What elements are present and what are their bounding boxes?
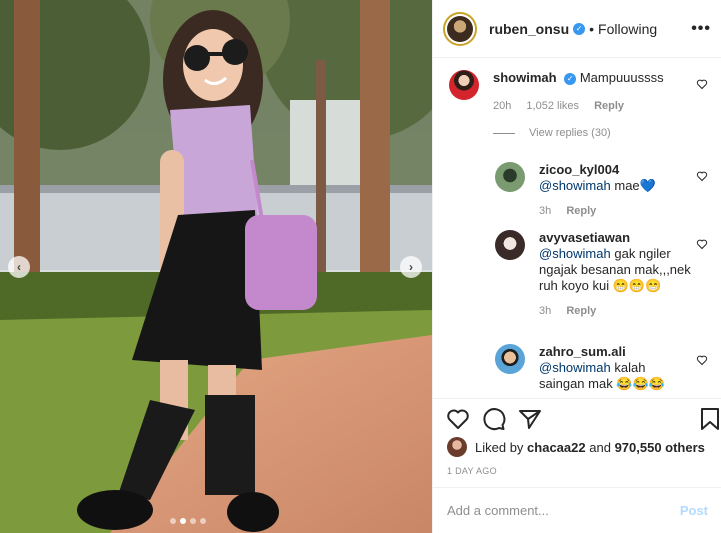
comment-username[interactable]: zicoo_kyl004	[539, 162, 656, 178]
comment-username[interactable]: zahro_sum.ali	[539, 344, 689, 360]
post-comment-button[interactable]: Post	[680, 503, 708, 518]
likes-count-button[interactable]: 970,550 others	[615, 440, 705, 455]
comment-time[interactable]: 3h	[539, 205, 551, 217]
commenter-avatar[interactable]	[495, 162, 525, 192]
chevron-left-icon: ‹	[17, 260, 21, 274]
comment-mention[interactable]: @showimah	[539, 360, 611, 375]
carousel-dot-active	[180, 518, 186, 524]
post-side-panel: ruben_onsu ✓ • Following ••• showimah ✓ …	[432, 0, 721, 533]
reply-button[interactable]: Reply	[566, 205, 596, 217]
comments-list[interactable]: showimah ✓ Mampuuussss 20h 1,052 likes R…	[433, 58, 721, 398]
like-comment-heart-icon[interactable]	[696, 238, 708, 250]
verified-badge-icon: ✓	[564, 73, 577, 85]
header-separator: •	[589, 20, 595, 37]
likes-prefix: Liked by	[475, 439, 524, 455]
comment-reply-item: zicoo_kyl004 @showimah mae💙 3h Reply	[495, 162, 656, 219]
author-username[interactable]: ruben_onsu	[489, 21, 569, 37]
comment-item: showimah ✓ Mampuuussss 20h 1,052 likes R…	[449, 70, 664, 114]
comment-reply-item: avyvasetiawan @showimah gak ngiler ngaja…	[495, 230, 709, 319]
likes-and: and	[589, 439, 611, 455]
carousel-dot	[200, 518, 206, 524]
action-bar	[433, 398, 721, 438]
reply-button[interactable]: Reply	[594, 100, 624, 112]
previous-photo-button[interactable]: ‹	[8, 256, 30, 278]
more-options-icon[interactable]: •••	[691, 20, 711, 38]
save-bookmark-icon[interactable]	[698, 407, 721, 431]
commenter-avatar[interactable]	[449, 70, 479, 100]
comment-text: mae💙	[614, 178, 656, 193]
comment-mention[interactable]: @showimah	[539, 178, 611, 193]
like-comment-heart-icon[interactable]	[696, 170, 708, 182]
like-comment-heart-icon[interactable]	[696, 354, 708, 366]
view-replies-label: View replies (30)	[529, 127, 611, 139]
add-comment-input[interactable]	[447, 503, 680, 518]
commenter-avatar[interactable]	[495, 344, 525, 374]
likes-summary: Liked by chacaa22 and 970,550 others	[447, 437, 705, 457]
comment-bubble-icon[interactable]	[482, 407, 506, 431]
carousel-dot	[170, 518, 176, 524]
chevron-right-icon: ›	[409, 260, 413, 274]
post-header: ruben_onsu ✓ • Following •••	[433, 0, 721, 58]
post-image	[0, 0, 432, 533]
comment-mention[interactable]: @showimah	[539, 246, 611, 261]
comment-time[interactable]: 20h	[493, 100, 511, 112]
comment-username[interactable]: showimah	[493, 70, 557, 85]
liker-username[interactable]: chacaa22	[527, 440, 586, 455]
carousel-dots	[170, 518, 206, 524]
comment-likes[interactable]: 1,052 likes	[526, 100, 579, 112]
comment-username[interactable]: avyvasetiawan	[539, 230, 709, 246]
author-avatar[interactable]	[443, 11, 477, 46]
add-comment-bar: Post	[433, 487, 721, 533]
comment-text: Mampuuussss	[579, 70, 664, 85]
share-send-icon[interactable]	[518, 407, 542, 431]
like-comment-heart-icon[interactable]	[696, 78, 708, 90]
like-heart-icon[interactable]	[446, 407, 470, 431]
comment-time[interactable]: 3h	[539, 305, 551, 317]
liker-avatar[interactable]	[447, 437, 467, 457]
view-replies-button[interactable]: View replies (30)	[493, 127, 611, 139]
commenter-avatar[interactable]	[495, 230, 525, 260]
post-photo[interactable]: ‹ ›	[0, 0, 432, 533]
comment-reply-item: zahro_sum.ali @showimah kalah saingan ma…	[495, 344, 689, 392]
following-button[interactable]: Following	[598, 21, 657, 37]
reply-button[interactable]: Reply	[566, 305, 596, 317]
verified-badge-icon: ✓	[573, 22, 586, 35]
next-photo-button[interactable]: ›	[400, 256, 422, 278]
carousel-dot	[190, 518, 196, 524]
post-timestamp[interactable]: 1 DAY AGO	[447, 466, 497, 476]
